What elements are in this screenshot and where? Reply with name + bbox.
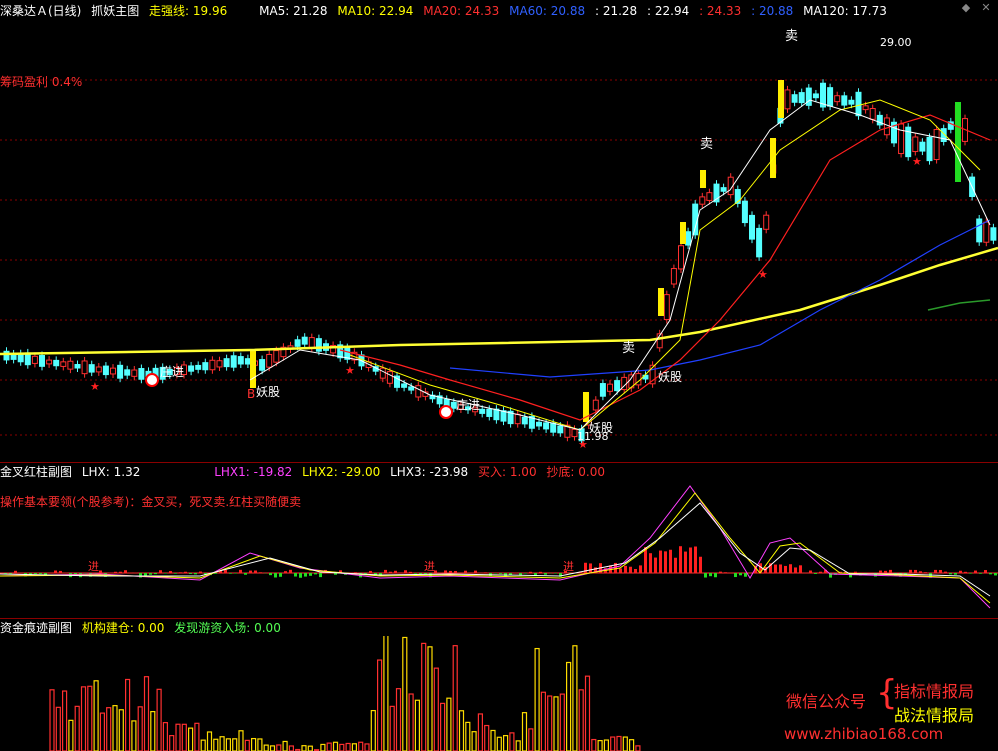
ma-extra-3: : 24.33: [699, 4, 742, 18]
panel-divider-1: [0, 462, 998, 463]
lhx1-value: LHX1: -19.82: [214, 465, 293, 479]
svg-text:进: 进: [424, 560, 435, 573]
yao-label-1: 妖股: [256, 385, 280, 399]
buy-value: 买入: 1.00: [478, 465, 537, 479]
sell-label-1: 卖: [700, 137, 713, 152]
bottom-value: 抄底: 0.00: [546, 465, 605, 479]
svg-text:进: 进: [88, 560, 99, 573]
ma20-value: MA20: 24.33: [423, 4, 500, 18]
svg-text:★: ★: [578, 438, 588, 451]
ma60-line: [449, 219, 991, 378]
ma-extra-4: : 20.88: [751, 4, 794, 18]
zhuang-icon-1: [145, 373, 159, 387]
stock-title[interactable]: 深桑达Ａ(日线): [0, 4, 81, 18]
sell-label-2: 卖: [785, 29, 798, 44]
ma120-value: MA120: 17.73: [803, 4, 887, 18]
ma-values: MA5: 21.28 MA10: 22.94 MA20: 24.33 MA60:…: [259, 4, 893, 18]
buy-b-label: B: [247, 387, 255, 401]
ma-extra-1: : 21.28: [594, 4, 638, 18]
ma10-value: MA10: 22.94: [337, 4, 414, 18]
yao-label-2: 妖股: [658, 370, 682, 384]
wm-url: www.zhibiao168.com: [784, 725, 944, 743]
ma60-value: MA60: 20.88: [509, 4, 586, 18]
main-header: 深桑达Ａ(日线) 抓妖主图 走强线: 19.96 MA5: 21.28 MA10…: [0, 3, 899, 19]
support-line: [927, 299, 991, 311]
zhuang-label-1: 庄进: [160, 364, 184, 379]
high-price-label: 29.00: [880, 36, 912, 49]
svg-text:★: ★: [345, 364, 355, 377]
svg-text:★: ★: [758, 268, 768, 281]
trend-line-value: 走强线: 19.96: [149, 4, 228, 18]
lhx2-value: LHX2: -29.00: [302, 465, 381, 479]
collapse-icon[interactable]: ◆: [960, 2, 972, 14]
main-candle-chart[interactable]: 卖 卖 卖 妖股 妖股 妖股 庄进 庄进 B 29.00 11.98 ★★★ ★…: [0, 20, 998, 460]
lhx3-value: LHX3: -23.98: [390, 465, 469, 479]
hot-value: 发现游资入场: 0.00: [174, 621, 281, 635]
sell-label-3: 卖: [622, 341, 635, 356]
svg-text:进: 进: [563, 560, 574, 573]
indicator-name[interactable]: 抓妖主图: [91, 4, 139, 18]
zhuang-icon-2: [439, 405, 453, 419]
svg-text:★: ★: [912, 155, 922, 168]
sub2-header: 资金痕迹副图 机构建仓: 0.00 发现游资入场: 0.00: [0, 620, 287, 636]
sub1-macd-chart[interactable]: 进 进 进: [0, 478, 998, 618]
zhuang-markers: 庄进 庄进: [160, 364, 480, 412]
ma-extra-2: : 22.94: [647, 4, 690, 18]
close-icon[interactable]: ✕: [980, 2, 992, 14]
sub1-title[interactable]: 金叉红柱副图: [0, 465, 72, 479]
wm-name2: 战法情报局: [894, 706, 975, 725]
zhuang-label-2: 庄进: [456, 397, 480, 412]
wm-wechat: 微信公众号: [786, 692, 867, 711]
wm-name1: 指标情报局: [894, 682, 975, 701]
panel-divider-2: [0, 618, 998, 619]
svg-text:★: ★: [90, 380, 100, 393]
ma120-line: [0, 246, 998, 356]
lhx-value: LHX: 1.32: [81, 465, 141, 479]
sub2-title[interactable]: 资金痕迹副图: [0, 621, 72, 635]
ma5-value: MA5: 21.28: [259, 4, 328, 18]
inst-value: 机构建仓: 0.00: [81, 621, 165, 635]
